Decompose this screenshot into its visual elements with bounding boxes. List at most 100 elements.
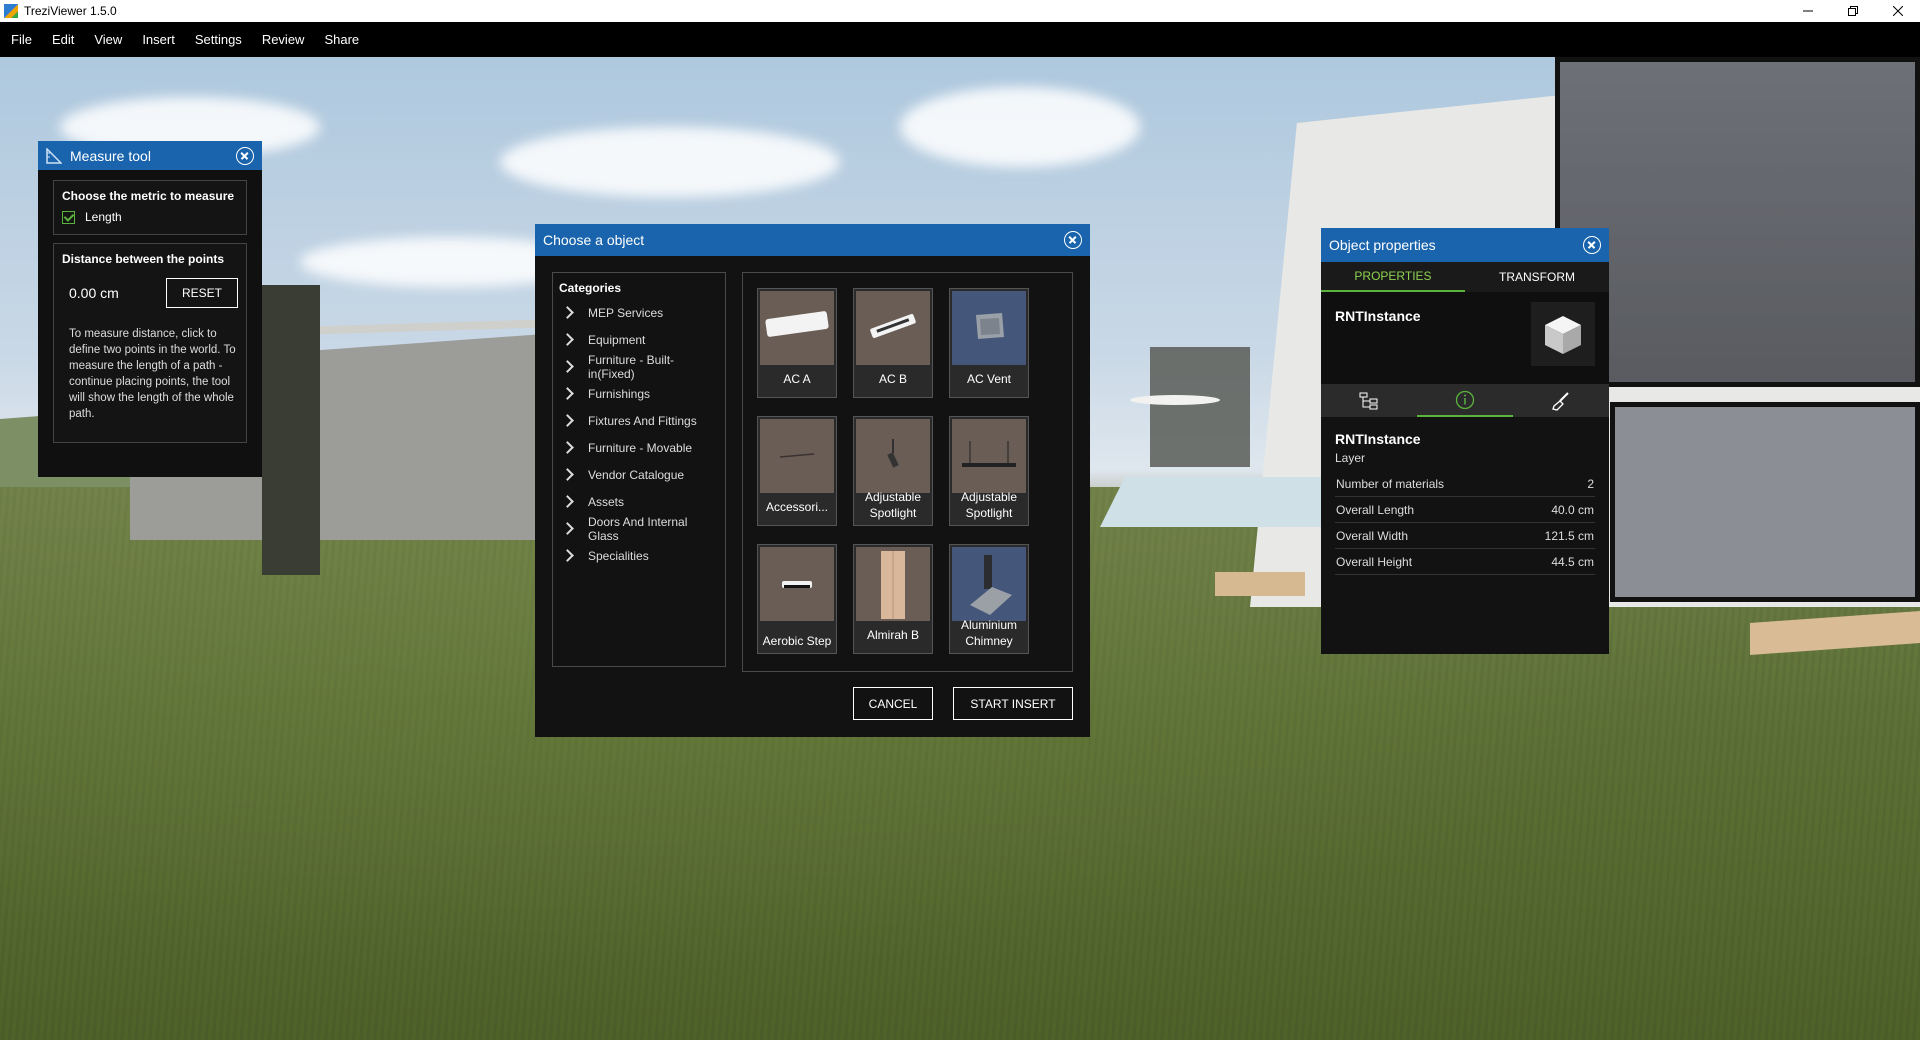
- window-title: TreziViewer 1.5.0: [24, 4, 117, 18]
- menu-share[interactable]: Share: [313, 32, 368, 47]
- category-item[interactable]: Assets: [559, 488, 719, 515]
- properties-table: Number of materials 2 Overall Length 40.0 …: [1335, 471, 1595, 575]
- info-tab[interactable]: [1417, 384, 1513, 417]
- object-name: Adjustable Spotlight: [960, 490, 1018, 520]
- start-insert-button[interactable]: START INSERT: [953, 687, 1073, 720]
- reset-button[interactable]: RESET: [166, 278, 238, 308]
- category-item[interactable]: Doors And Internal Glass: [559, 514, 719, 543]
- category-label: Vendor Catalogue: [588, 467, 685, 482]
- restore-button[interactable]: [1830, 0, 1875, 22]
- cloud: [900, 87, 1140, 167]
- object-tile-accessories[interactable]: Accessori...: [757, 416, 837, 526]
- cancel-button[interactable]: CANCEL: [853, 687, 933, 720]
- chevron-right-icon: [561, 387, 574, 400]
- material-tab[interactable]: [1513, 384, 1609, 417]
- restore-icon: [1847, 6, 1858, 16]
- chevron-right-icon: [561, 360, 574, 373]
- chevron-right-icon: [561, 306, 574, 319]
- measure-close-button[interactable]: [236, 146, 254, 165]
- category-label: Doors And Internal Glass: [588, 514, 688, 543]
- tab-transform[interactable]: TRANSFORM: [1465, 262, 1609, 292]
- object-tile-aluminium-chimney[interactable]: Aluminium Chimney: [949, 544, 1029, 654]
- object-tile-ac-a[interactable]: AC A: [757, 288, 837, 398]
- hierarchy-tab[interactable]: [1321, 384, 1417, 417]
- chevron-right-icon: [561, 522, 574, 535]
- stone-wall: [262, 285, 320, 575]
- app-logo-icon: [4, 4, 18, 18]
- menu-view[interactable]: View: [83, 32, 131, 47]
- measure-tool-header: Measure tool: [38, 141, 262, 170]
- object-name: AC B: [878, 372, 907, 386]
- table-row: Overall Length 40.0 cm: [1335, 496, 1595, 523]
- menu-bar: File Edit View Insert Settings Review Sh…: [0, 22, 1920, 57]
- pergola: [1150, 347, 1250, 467]
- table-row: Overall Width 121.5 cm: [1335, 522, 1595, 549]
- minimize-button[interactable]: [1785, 0, 1830, 22]
- object-tile-ac-b[interactable]: AC B: [853, 288, 933, 398]
- category-item[interactable]: Vendor Catalogue: [559, 461, 719, 488]
- distance-section: Distance between the points 0.00 cm RESE…: [53, 243, 247, 443]
- spotlight-icon: [856, 419, 930, 493]
- cloud: [500, 127, 840, 197]
- chevron-right-icon: [561, 414, 574, 427]
- chevron-right-icon: [561, 441, 574, 454]
- menu-review[interactable]: Review: [251, 32, 314, 47]
- object-name: AC Vent: [966, 372, 1012, 386]
- category-item[interactable]: Equipment: [559, 326, 719, 353]
- object-name: AC A: [783, 372, 811, 386]
- category-item[interactable]: Specialities: [559, 542, 719, 569]
- menu-edit[interactable]: Edit: [41, 32, 83, 47]
- chooser-close-button[interactable]: [1064, 231, 1082, 249]
- chimney-icon: [952, 547, 1026, 621]
- choose-object-header: Choose a object: [535, 224, 1090, 256]
- paint-brush-icon: [1552, 391, 1569, 411]
- category-item[interactable]: Furniture - Movable: [559, 434, 719, 461]
- accessory-icon: [760, 419, 834, 493]
- property-value: 121.5 cm: [1512, 522, 1595, 549]
- object-tile-ac-vent[interactable]: AC Vent: [949, 288, 1029, 398]
- object-tile-adjustable-spotlight[interactable]: Adjustable Spotlight: [853, 416, 933, 526]
- chevron-right-icon: [561, 549, 574, 562]
- category-item[interactable]: Furnishings: [559, 380, 719, 407]
- ac-unit-icon: [856, 291, 930, 365]
- property-label: Overall Length: [1335, 496, 1513, 523]
- menu-settings[interactable]: Settings: [184, 32, 251, 47]
- object-tile-adjustable-spotlight-bar[interactable]: Adjustable Spotlight: [949, 416, 1029, 526]
- category-label: Furniture - Movable: [588, 440, 693, 455]
- measure-help-text: To measure distance, click to define two…: [69, 328, 236, 420]
- category-label: Assets: [588, 494, 625, 509]
- metric-section: Choose the metric to measure Length: [53, 180, 247, 235]
- chevron-right-icon: [561, 333, 574, 346]
- wardrobe-icon: [856, 547, 930, 621]
- category-label: Equipment: [588, 332, 646, 347]
- category-item[interactable]: MEP Services: [559, 299, 719, 326]
- property-value: 2: [1512, 471, 1595, 497]
- tab-properties[interactable]: PROPERTIES: [1321, 262, 1465, 292]
- object-name: Aluminium Chimney: [960, 618, 1017, 648]
- distance-label: Distance between the points: [62, 252, 225, 266]
- category-item[interactable]: Fixtures And Fittings: [559, 407, 719, 434]
- length-option-label: Length: [85, 210, 122, 224]
- object-grid: AC A AC B AC Vent Accessori... Adjustabl…: [742, 272, 1073, 672]
- object-tile-almirah-b[interactable]: Almirah B: [853, 544, 933, 654]
- menu-file[interactable]: File: [0, 32, 41, 47]
- properties-close-button[interactable]: [1583, 236, 1601, 254]
- object-name: Aerobic Step: [762, 634, 832, 648]
- minimize-icon: [1802, 10, 1813, 12]
- properties-header: Object properties: [1321, 228, 1609, 262]
- metric-label: Choose the metric to measure: [62, 189, 235, 203]
- length-checkbox[interactable]: [62, 210, 75, 224]
- dialog-title: Choose a object: [543, 232, 645, 248]
- menu-insert[interactable]: Insert: [131, 32, 184, 47]
- property-value: 44.5 cm: [1512, 548, 1595, 575]
- category-item[interactable]: Furniture - Built-in(Fixed): [559, 353, 719, 381]
- cube-icon: [1531, 302, 1595, 366]
- object-name: Adjustable Spotlight: [864, 490, 922, 520]
- object-summary: RNTInstance: [1321, 292, 1609, 384]
- categories-title: Categories: [559, 281, 622, 295]
- properties-title: Object properties: [1329, 237, 1436, 253]
- object-tile-aerobic-step[interactable]: Aerobic Step: [757, 544, 837, 654]
- category-label: Furnishings: [588, 386, 651, 401]
- close-window-button[interactable]: [1875, 0, 1920, 22]
- table-row: Overall Height 44.5 cm: [1335, 548, 1595, 575]
